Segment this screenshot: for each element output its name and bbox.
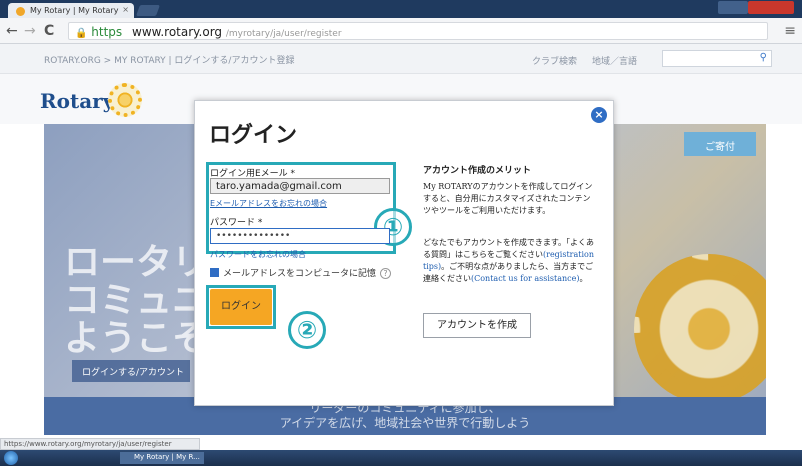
- account-benefits-heading: アカウント作成のメリット: [423, 166, 532, 176]
- browser-menu-icon[interactable]: ≡: [784, 23, 796, 39]
- forgot-email-link[interactable]: Eメールアドレスをお忘れの場合: [210, 198, 327, 209]
- rotary-wheel-logo-icon[interactable]: [108, 83, 142, 117]
- rotary-favicon-icon: [16, 7, 25, 16]
- contact-us-link[interactable]: (Contact us for assistance): [471, 274, 580, 283]
- password-label: パスワード *: [210, 218, 263, 228]
- window-close-button[interactable]: [748, 1, 794, 14]
- create-account-button[interactable]: アカウントを作成: [423, 313, 531, 338]
- account-benefits-paragraph: My ROTARYのアカウントを作成してログインすると、自分用にカスタマイズされ…: [423, 182, 593, 215]
- modal-close-icon[interactable]: ×: [591, 107, 607, 123]
- donate-button[interactable]: ご寄付: [684, 132, 756, 156]
- tab-title: My Rotary | My Rotary: [30, 6, 119, 15]
- breadcrumb: ROTARY.ORG > MY ROTARY | ログインする/アカウント登録: [44, 56, 295, 66]
- tab-close-icon[interactable]: ×: [122, 5, 129, 14]
- url-input[interactable]: 🔒 https www.rotary.org /myrotary/ja/user…: [68, 22, 768, 40]
- forward-arrow-icon[interactable]: →: [24, 23, 36, 39]
- club-search-link[interactable]: クラブ検索: [532, 54, 577, 67]
- login-button[interactable]: ログイン: [210, 289, 272, 325]
- hero-bottom-line2: アイデアを広げ、地域社会や世界で行動しよう: [279, 416, 531, 430]
- window-controls-minimize[interactable]: [718, 1, 748, 14]
- address-bar-row: ← → C 🔒 https www.rotary.org /myrotary/j…: [0, 18, 802, 44]
- url-domain: www.rotary.org: [132, 25, 223, 39]
- modal-title: ログイン: [209, 123, 298, 148]
- lock-icon: 🔒: [75, 28, 88, 39]
- browser-tab[interactable]: My Rotary | My Rotary ×: [8, 3, 134, 18]
- url-path: /myrotary/ja/user/register: [225, 29, 342, 39]
- url-scheme: https: [91, 25, 123, 39]
- remember-email-checkbox[interactable]: [210, 268, 219, 277]
- site-search-input[interactable]: ⚲: [662, 50, 772, 67]
- start-button-icon[interactable]: [4, 451, 18, 465]
- hero-headline: ロータリ コミュニ ようこそ: [64, 242, 209, 359]
- remember-email-label: メールアドレスをコンピュータに記憶: [223, 269, 377, 279]
- browser-tab-bar: My Rotary | My Rotary ×: [0, 0, 802, 18]
- new-tab-button[interactable]: [135, 5, 161, 16]
- os-taskbar: My Rotary | My R...: [0, 450, 802, 466]
- taskbar-browser-item[interactable]: My Rotary | My R...: [120, 452, 204, 464]
- region-language-link[interactable]: 地域／言語: [592, 54, 637, 67]
- rotary-wheel-emblem-icon: [634, 254, 766, 404]
- remember-email-row: メールアドレスをコンピュータに記憶?: [210, 266, 392, 279]
- account-help-text-c: 。: [579, 274, 588, 283]
- search-icon[interactable]: ⚲: [760, 52, 767, 63]
- step-2-marker: ②: [288, 311, 326, 349]
- browser-status-url: https://www.rotary.org/myrotary/ja/user/…: [0, 438, 200, 450]
- help-icon[interactable]: ?: [380, 268, 392, 279]
- email-field[interactable]: [210, 178, 390, 194]
- login-modal: × ログイン ① ② ログイン用Eメール * Eメールアドレスをお忘れの場合 パ…: [194, 100, 614, 406]
- account-help-paragraph: どなたでもアカウントを作成できます。「よくある質問」はこちらをご覧ください(re…: [423, 237, 595, 285]
- site-utility-bar: ROTARY.ORG > MY ROTARY | ログインする/アカウント登録 …: [0, 44, 802, 74]
- forgot-password-link[interactable]: パスワードをお忘れの場合: [210, 249, 306, 260]
- rotary-logo-text[interactable]: Rotary: [40, 89, 114, 113]
- password-field[interactable]: [210, 228, 390, 244]
- back-arrow-icon[interactable]: ←: [6, 23, 18, 39]
- reload-icon[interactable]: C: [44, 23, 54, 39]
- hero-login-register-button[interactable]: ログインする/アカウント: [72, 360, 190, 382]
